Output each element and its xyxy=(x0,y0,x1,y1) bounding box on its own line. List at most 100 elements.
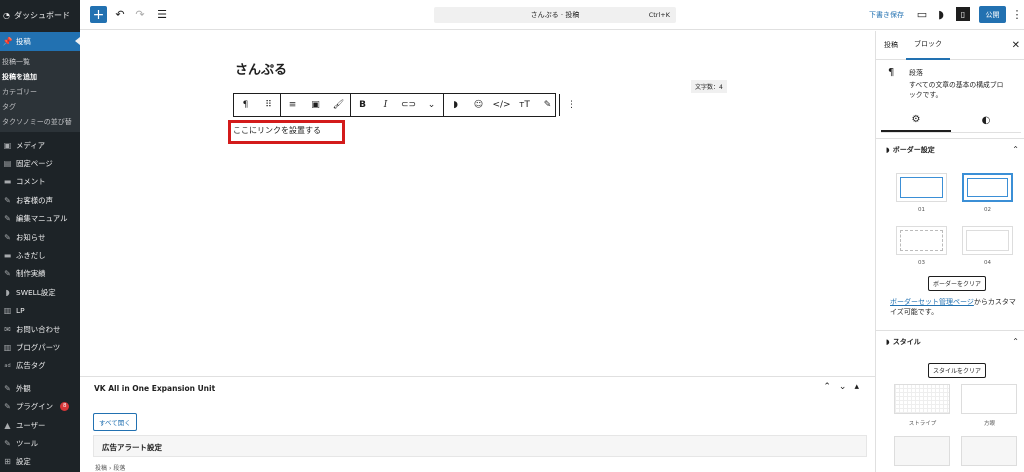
post-title[interactable]: さんぷる xyxy=(235,59,287,78)
sidebar-item-label: 編集マニュアル xyxy=(16,214,68,224)
sidebar-item[interactable]: ✎ お客様の声 xyxy=(0,191,80,209)
emoji-icon[interactable]: ☺ xyxy=(467,94,490,116)
submenu-category[interactable]: カテゴリー xyxy=(0,84,80,99)
breadcrumb-root[interactable]: 投稿 xyxy=(95,465,107,472)
block-description: すべての文章の基本の構成ブロックです。 xyxy=(909,81,1004,99)
align-icon[interactable]: ≡ xyxy=(281,94,304,116)
open-all-button[interactable]: すべて開く xyxy=(93,413,137,431)
font-size-icon[interactable]: тT xyxy=(513,94,536,116)
sidebar-item[interactable]: ▥ LP xyxy=(0,302,80,320)
submenu-all-posts[interactable]: 投稿一覧 xyxy=(0,54,80,69)
editor-canvas: さんぷる 文字数：4 ¶ ⠿ ≡ ▣ 🖌 B I ⊂⊃ ⌄ ◗ ☺ </> тT… xyxy=(80,31,875,376)
sidebar-item[interactable]: ✎ お知らせ xyxy=(0,228,80,246)
style-option-stripe[interactable] xyxy=(894,384,950,414)
style-option-grid[interactable] xyxy=(961,384,1017,414)
chevron-down-icon[interactable]: ⌄ xyxy=(839,382,847,392)
paragraph-icon[interactable]: ¶ xyxy=(234,94,257,116)
code-icon[interactable]: </> xyxy=(490,94,513,116)
pin-icon: ✎ xyxy=(4,214,11,224)
meta-box-area: VK All in One Expansion Unit ⌃ ⌄ ▴ すべて開く… xyxy=(80,376,875,472)
sidebar-item-label: お知らせ xyxy=(16,232,46,242)
sidebar-item-dashboard[interactable]: ◔ ダッシュボード xyxy=(0,0,80,30)
border-clear-button[interactable]: ボーダーをクリア xyxy=(928,276,987,291)
chevron-down-icon[interactable]: ⌄ xyxy=(420,94,443,116)
sidebar-item[interactable]: ▣ メディア xyxy=(0,136,80,154)
italic-icon[interactable]: I xyxy=(374,94,397,116)
styles-icon[interactable]: ◐ xyxy=(951,109,1021,132)
sidebar-item[interactable]: ◗ SWELL設定 xyxy=(0,283,80,301)
style-option-4[interactable] xyxy=(961,436,1017,466)
balloon-icon: ▬ xyxy=(3,251,12,261)
add-block-button[interactable]: + xyxy=(90,6,107,23)
bold-icon[interactable]: B xyxy=(351,94,374,116)
command-title: さんぷる · 投稿 xyxy=(530,11,580,19)
block-settings-tabs: ⚙ ◐ xyxy=(881,109,1021,133)
submenu-add-post[interactable]: 投稿を追加 xyxy=(0,69,80,84)
border-option-label: 02 xyxy=(984,207,991,213)
sidebar-item-label: お客様の声 xyxy=(16,195,53,205)
undo-icon[interactable]: ↶ xyxy=(113,7,127,21)
border-option-03[interactable] xyxy=(896,226,947,255)
paragraph-block[interactable]: ここにリンクを設置する xyxy=(233,125,321,136)
sidebar-item[interactable]: ✎ 外観 xyxy=(0,379,80,397)
sidebar-item-label: ブログパーツ xyxy=(16,342,61,352)
close-icon[interactable]: ✕ xyxy=(1012,40,1020,51)
tab-post[interactable]: 投稿 xyxy=(876,31,906,60)
appearance-icon: ✎ xyxy=(4,383,11,393)
style-option-3[interactable] xyxy=(894,436,950,466)
toggle-arrow-icon[interactable]: ▴ xyxy=(854,382,859,392)
breadcrumb-leaf[interactable]: 段落 xyxy=(113,465,125,472)
posts-submenu: 投稿一覧 投稿を追加 カテゴリー タグ タクソノミーの並び替 xyxy=(0,51,80,132)
sidebar-item-label: 制作実績 xyxy=(16,269,46,279)
border-option-01[interactable] xyxy=(896,173,947,202)
settings-panel-icon[interactable]: ▯ xyxy=(956,7,970,21)
chevron-up-icon[interactable]: ⌃ xyxy=(823,382,831,392)
link-icon[interactable]: ⊂⊃ xyxy=(397,94,420,116)
border-option-04[interactable] xyxy=(962,226,1013,255)
preview-icon[interactable]: ▭ xyxy=(915,7,929,21)
swell-format-icon[interactable]: ◗ xyxy=(444,94,467,116)
style-section-title: スタイル xyxy=(892,337,921,346)
swell-settings-icon[interactable]: ▣ xyxy=(304,94,327,116)
drag-handle-icon[interactable]: ⠿ xyxy=(257,94,280,116)
list-view-icon[interactable]: ☰ xyxy=(155,7,169,21)
border-section-header[interactable]: ◗ ボーダー設定 ⌃ xyxy=(876,138,1024,160)
editor-topbar: + ↶ ↷ ☰ さんぷる · 投稿 Ctrl+K 下書き保存 ▭ ◗ ▯ 公開 … xyxy=(80,0,1024,30)
swell-icon[interactable]: ◗ xyxy=(934,7,948,21)
sidebar-item[interactable]: ad 広告タグ xyxy=(0,357,80,375)
sidebar-item-label: 設定 xyxy=(16,457,31,467)
publish-button[interactable]: 公開 xyxy=(979,6,1006,23)
submenu-tag[interactable]: タグ xyxy=(0,99,80,114)
sidebar-item[interactable]: ⊞ 設定 xyxy=(0,453,80,471)
sidebar-item-label: ふきだし xyxy=(16,251,46,261)
sidebar-item[interactable]: ✎ プラグイン 8 xyxy=(0,397,80,415)
sidebar-item[interactable]: ▬ ふきだし xyxy=(0,246,80,264)
ad-alert-section[interactable]: 広告アラート設定 xyxy=(93,435,867,457)
redo-icon[interactable]: ↷ xyxy=(133,7,147,21)
command-palette[interactable]: さんぷる · 投稿 Ctrl+K xyxy=(434,7,676,23)
sidebar-item-posts[interactable]: 📌 投稿 xyxy=(0,32,80,51)
update-count-badge: 8 xyxy=(59,402,70,412)
submenu-taxonomy-order[interactable]: タクソノミーの並び替 xyxy=(0,114,80,129)
tab-block[interactable]: ブロック xyxy=(906,31,950,60)
border-option-02[interactable] xyxy=(962,173,1013,202)
save-draft-button[interactable]: 下書き保存 xyxy=(869,10,904,20)
sidebar-item[interactable]: ✎ 制作実績 xyxy=(0,265,80,283)
block-options-icon[interactable]: ⋮ xyxy=(560,94,583,116)
sidebar-item[interactable]: ▤ 固定ページ xyxy=(0,154,80,172)
sidebar-item[interactable]: ▲ ユーザー xyxy=(0,416,80,434)
word-count-badge: 文字数：4 xyxy=(691,80,727,93)
sidebar-item[interactable]: ▬ コメント xyxy=(0,173,80,191)
sidebar-item-label: ツール xyxy=(16,438,39,448)
sidebar-item[interactable]: ✎ ツール xyxy=(0,434,80,452)
sidebar-item[interactable]: ✉ お問い合わせ xyxy=(0,320,80,338)
more-options-icon[interactable]: ⋮ xyxy=(1010,7,1024,21)
gear-icon[interactable]: ⚙ xyxy=(881,109,951,132)
format-brush-icon[interactable]: 🖌 xyxy=(327,94,350,116)
style-clear-button[interactable]: スタイルをクリア xyxy=(928,363,987,378)
border-set-link[interactable]: ボーダーセット管理ページ xyxy=(890,298,974,306)
sidebar-item[interactable]: ▥ ブログパーツ xyxy=(0,338,80,356)
sidebar-item[interactable]: ✎ 編集マニュアル xyxy=(0,210,80,228)
highlight-pen-icon[interactable]: ✎ xyxy=(536,94,559,116)
style-section-header[interactable]: ◗ スタイル ⌃ xyxy=(876,330,1024,352)
